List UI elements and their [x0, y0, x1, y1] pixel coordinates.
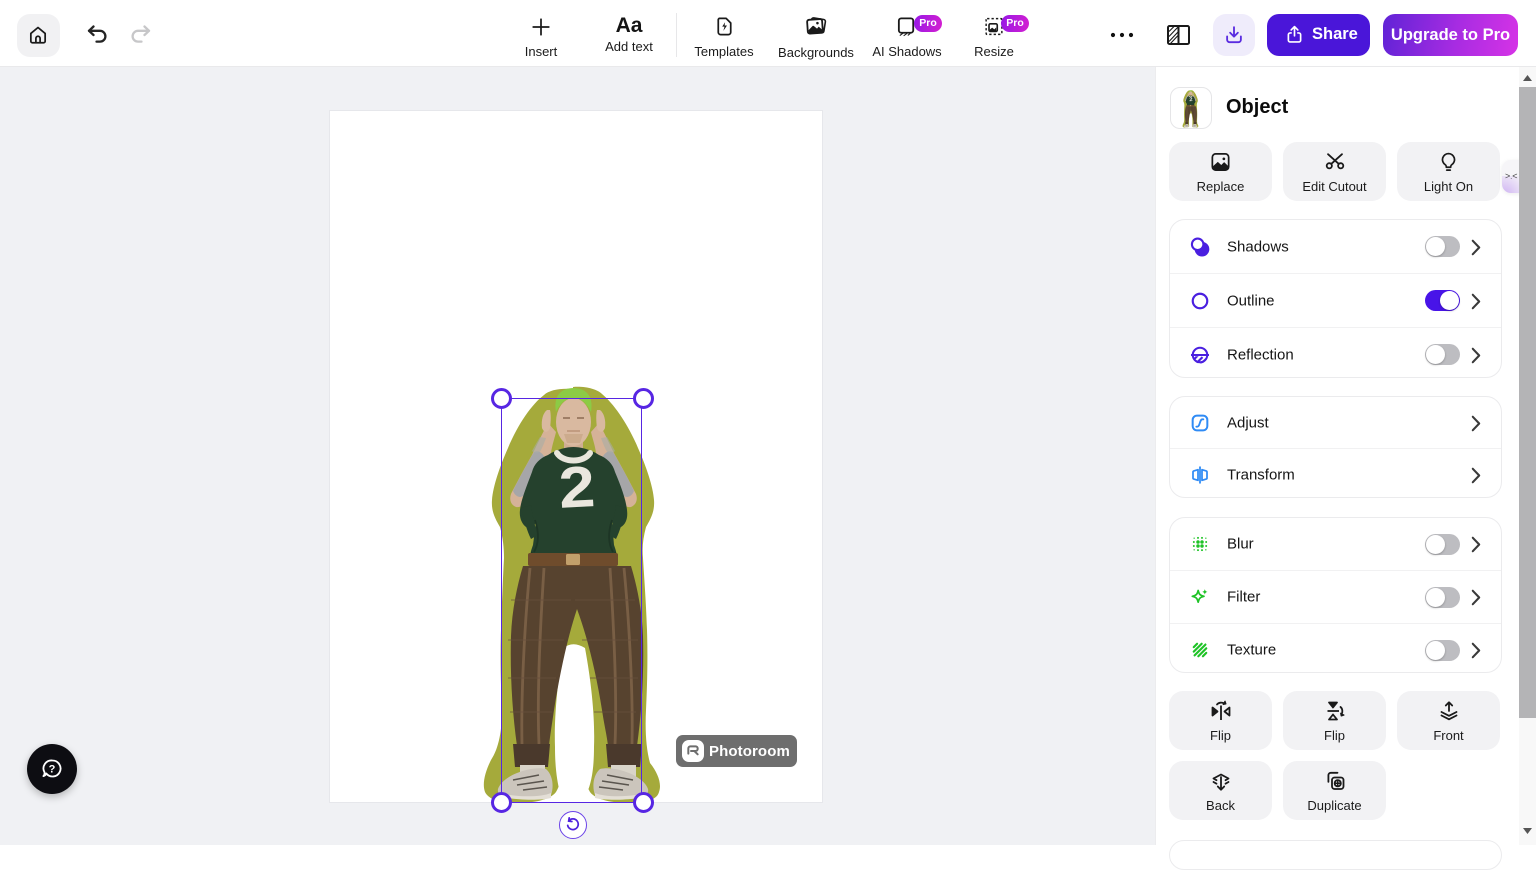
svg-text:?: ? — [49, 764, 56, 776]
